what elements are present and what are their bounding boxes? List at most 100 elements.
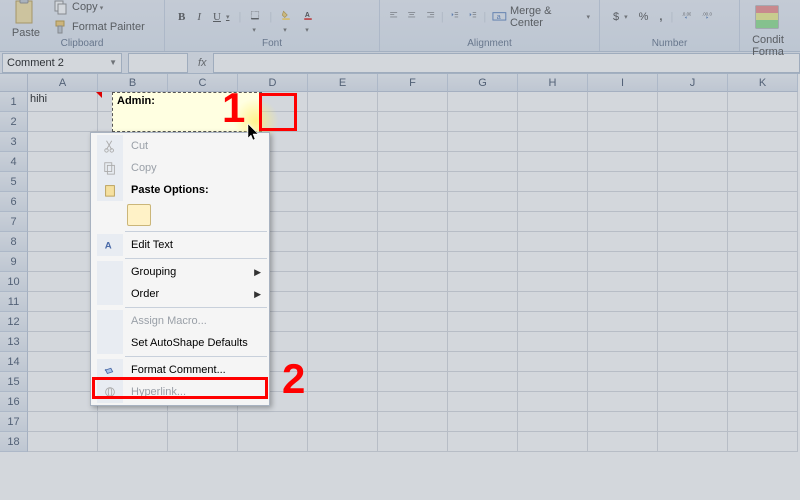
menu-edit-text[interactable]: A Edit Text xyxy=(93,234,267,256)
bold-button[interactable]: B xyxy=(175,10,188,24)
cell[interactable] xyxy=(448,232,518,252)
align-center-button[interactable] xyxy=(404,9,419,25)
italic-button[interactable]: I xyxy=(194,10,204,24)
cell[interactable] xyxy=(588,332,658,352)
cell[interactable] xyxy=(588,192,658,212)
cell[interactable] xyxy=(728,132,798,152)
currency-button[interactable]: $ xyxy=(610,10,631,24)
col-header[interactable]: D xyxy=(238,74,308,92)
percent-button[interactable]: % xyxy=(636,10,652,24)
cell[interactable] xyxy=(28,252,98,272)
cell[interactable] xyxy=(308,132,378,152)
cell[interactable] xyxy=(28,312,98,332)
cell[interactable] xyxy=(518,392,588,412)
fill-color-button[interactable] xyxy=(278,9,294,25)
cell[interactable] xyxy=(28,152,98,172)
cell[interactable] xyxy=(378,152,448,172)
cell[interactable] xyxy=(518,432,588,452)
cell[interactable] xyxy=(658,392,728,412)
font-color-button[interactable]: A xyxy=(300,9,316,25)
row-header[interactable]: 2 xyxy=(0,112,28,132)
cell[interactable] xyxy=(308,192,378,212)
cell[interactable] xyxy=(588,212,658,232)
col-header[interactable]: G xyxy=(448,74,518,92)
col-header[interactable]: F xyxy=(378,74,448,92)
cell[interactable] xyxy=(378,372,448,392)
cell[interactable] xyxy=(588,112,658,132)
comma-button[interactable]: , xyxy=(656,10,665,24)
cell[interactable] xyxy=(728,192,798,212)
cell[interactable] xyxy=(588,92,658,112)
cell[interactable] xyxy=(308,272,378,292)
increase-decimal-button[interactable]: .0.00 xyxy=(678,9,694,25)
cell[interactable] xyxy=(588,152,658,172)
cell[interactable] xyxy=(518,412,588,432)
cell[interactable] xyxy=(658,152,728,172)
cell[interactable] xyxy=(448,152,518,172)
cell[interactable] xyxy=(448,172,518,192)
increase-indent-button[interactable] xyxy=(465,9,480,25)
cell[interactable] xyxy=(28,172,98,192)
cell[interactable] xyxy=(28,412,98,432)
cell[interactable] xyxy=(308,392,378,412)
cell[interactable] xyxy=(728,172,798,192)
cell[interactable] xyxy=(28,292,98,312)
cell[interactable] xyxy=(308,412,378,432)
cell[interactable] xyxy=(588,412,658,432)
cell[interactable] xyxy=(448,132,518,152)
cell[interactable] xyxy=(728,232,798,252)
col-header[interactable]: E xyxy=(308,74,378,92)
cell[interactable] xyxy=(588,352,658,372)
cell[interactable] xyxy=(518,112,588,132)
cell[interactable] xyxy=(518,312,588,332)
cell[interactable] xyxy=(378,232,448,252)
select-all-corner[interactable] xyxy=(0,74,28,92)
cell[interactable] xyxy=(238,412,308,432)
cell[interactable] xyxy=(378,352,448,372)
cell[interactable] xyxy=(448,112,518,132)
col-header[interactable]: J xyxy=(658,74,728,92)
cell[interactable] xyxy=(378,412,448,432)
cell[interactable] xyxy=(518,272,588,292)
cell[interactable] xyxy=(728,372,798,392)
cell[interactable] xyxy=(308,432,378,452)
row-header[interactable]: 12 xyxy=(0,312,28,332)
cell[interactable] xyxy=(658,372,728,392)
cell[interactable] xyxy=(28,372,98,392)
row-header[interactable]: 5 xyxy=(0,172,28,192)
underline-button[interactable]: U xyxy=(210,10,232,24)
cell[interactable] xyxy=(448,352,518,372)
cell[interactable] xyxy=(728,252,798,272)
cell[interactable] xyxy=(378,252,448,272)
cell[interactable] xyxy=(308,332,378,352)
cell[interactable] xyxy=(518,352,588,372)
row-header[interactable]: 16 xyxy=(0,392,28,412)
cell[interactable] xyxy=(658,232,728,252)
col-header[interactable]: H xyxy=(518,74,588,92)
paste-option-button[interactable] xyxy=(127,204,151,226)
cell[interactable] xyxy=(28,392,98,412)
row-header[interactable]: 4 xyxy=(0,152,28,172)
row-header[interactable]: 1 xyxy=(0,92,28,112)
cell[interactable] xyxy=(308,232,378,252)
cell[interactable] xyxy=(308,252,378,272)
cell[interactable] xyxy=(168,432,238,452)
cell[interactable] xyxy=(308,172,378,192)
cell[interactable] xyxy=(658,352,728,372)
cell[interactable] xyxy=(378,112,448,132)
cell[interactable] xyxy=(378,212,448,232)
cell[interactable] xyxy=(98,412,168,432)
formula-input[interactable] xyxy=(213,53,800,73)
cell[interactable] xyxy=(588,392,658,412)
cell[interactable] xyxy=(28,192,98,212)
align-right-button[interactable] xyxy=(423,9,438,25)
cell[interactable] xyxy=(308,112,378,132)
menu-set-autoshape[interactable]: Set AutoShape Defaults xyxy=(93,332,267,354)
cell[interactable] xyxy=(378,292,448,312)
copy-button[interactable]: Copy xyxy=(50,0,148,16)
cell[interactable] xyxy=(658,252,728,272)
cell[interactable] xyxy=(728,412,798,432)
cell[interactable] xyxy=(98,432,168,452)
cell[interactable] xyxy=(588,292,658,312)
decrease-indent-button[interactable] xyxy=(447,9,462,25)
